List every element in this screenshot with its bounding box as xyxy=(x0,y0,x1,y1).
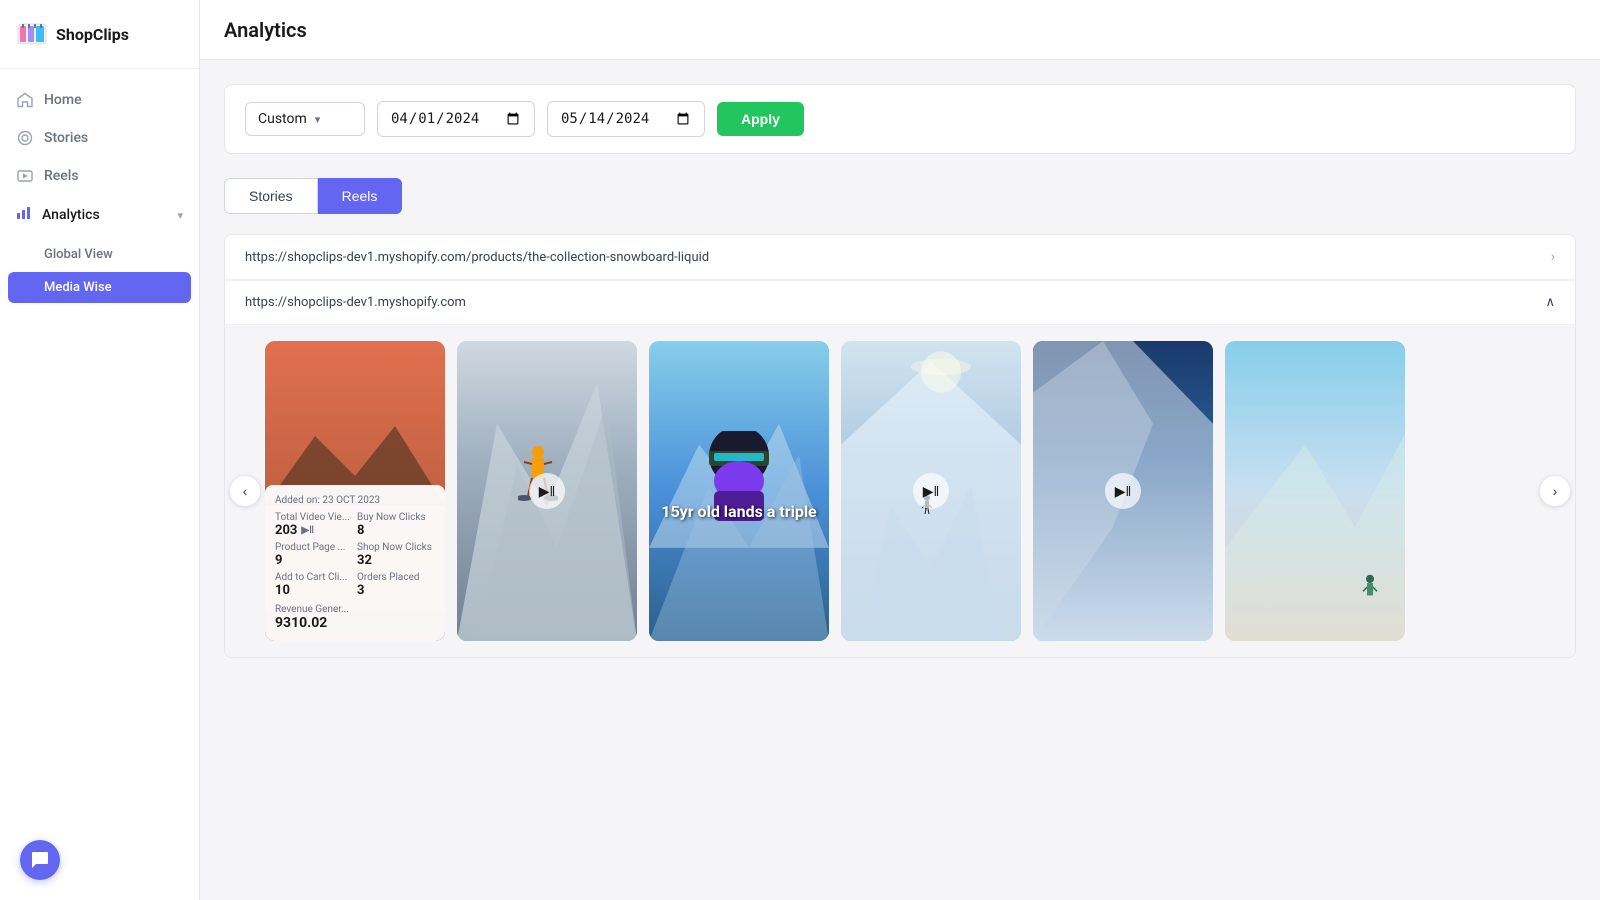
sidebar-item-stories-label: Stories xyxy=(44,130,88,146)
url-2-text: https://shopclips-dev1.myshopify.com xyxy=(245,295,466,310)
card-2-play-btn[interactable]: ▶‖ xyxy=(529,473,565,509)
sidebar-item-global-view[interactable]: Global View xyxy=(0,239,199,270)
date-from-input[interactable] xyxy=(377,101,535,137)
period-select[interactable]: Custom ▾ xyxy=(245,102,365,136)
url-1-text: https://shopclips-dev1.myshopify.com/pro… xyxy=(245,250,1551,265)
card-1-stats-grid: Total Video Vie... 203 ▶‖ Buy Now Clicks xyxy=(275,512,435,598)
stat-value-total-views: 203 xyxy=(275,523,297,538)
sidebar-item-home-label: Home xyxy=(44,92,82,108)
url-row-2[interactable]: https://shopclips-dev1.myshopify.com ∧ xyxy=(225,281,1575,325)
app-name: ShopClips xyxy=(56,25,129,44)
date-to-input[interactable] xyxy=(547,101,705,137)
sidebar-item-reels-label: Reels xyxy=(44,168,79,184)
url-2-chevron-icon: ∧ xyxy=(1545,295,1555,310)
card-5-play-btn[interactable]: ▶‖ xyxy=(1105,473,1141,509)
chat-bubble-button[interactable] xyxy=(20,840,60,880)
page-title: Analytics xyxy=(224,18,307,42)
period-select-label: Custom xyxy=(258,111,307,127)
logo-area: ShopClips xyxy=(0,0,199,69)
top-bar: Analytics xyxy=(200,0,1600,60)
stat-label-total-views: Total Video Vie... 203 ▶‖ xyxy=(275,512,353,538)
content-tabs: Stories Reels xyxy=(224,178,1576,214)
sidebar-item-reels[interactable]: Reels xyxy=(0,157,199,195)
sidebar: ShopClips Home Stories Reels xyxy=(0,0,200,900)
media-card-2[interactable]: ▶‖ xyxy=(457,341,637,641)
card-3-text: 15yr old lands a triple xyxy=(649,502,829,521)
sidebar-item-home[interactable]: Home xyxy=(0,81,199,119)
media-card-6[interactable] xyxy=(1225,341,1405,641)
media-card-3[interactable]: 15yr old lands a triple ▶ xyxy=(649,341,829,641)
stat-orders: Orders Placed 3 xyxy=(357,572,435,598)
analytics-icon xyxy=(16,205,32,225)
media-card-1[interactable]: Added on: 23 OCT 2023 Total Video Vie...… xyxy=(265,341,445,641)
card-1-date: Added on: 23 OCT 2023 xyxy=(275,495,435,506)
stories-icon xyxy=(16,129,34,147)
play-icon: ▶‖ xyxy=(301,525,314,536)
chat-icon xyxy=(30,850,50,870)
sidebar-item-stories[interactable]: Stories xyxy=(0,119,199,157)
sidebar-item-analytics[interactable]: Analytics ▾ xyxy=(0,195,199,235)
media-card-5[interactable]: ▶‖ xyxy=(1033,341,1213,641)
global-view-label: Global View xyxy=(44,247,113,262)
main-content: Analytics Custom ▾ Apply Stories Reels h… xyxy=(200,0,1600,900)
sidebar-item-analytics-label: Analytics xyxy=(42,207,167,223)
url-expanded-section: https://shopclips-dev1.myshopify.com ∧ ‹ xyxy=(225,280,1575,657)
filter-bar: Custom ▾ Apply xyxy=(224,84,1576,154)
media-wise-label: Media Wise xyxy=(44,280,112,295)
logo-icon xyxy=(16,18,48,50)
stat-add-to-cart: Add to Cart Cli... 10 xyxy=(275,572,353,598)
url-1-chevron-icon: › xyxy=(1551,249,1555,265)
carousel-prev-button[interactable]: ‹ xyxy=(229,475,261,507)
sidebar-nav: Home Stories Reels Analytics ▾ xyxy=(0,69,199,900)
tab-reels[interactable]: Reels xyxy=(318,178,403,214)
sidebar-item-media-wise[interactable]: Media Wise xyxy=(8,272,191,303)
card-1-overlay: Added on: 23 OCT 2023 Total Video Vie...… xyxy=(265,485,445,641)
url-section: https://shopclips-dev1.myshopify.com/pro… xyxy=(224,234,1576,658)
card-4-play-btn[interactable]: ▶‖ xyxy=(913,473,949,509)
stat-buy-now: Buy Now Clicks 8 xyxy=(357,512,435,538)
content-area: Custom ▾ Apply Stories Reels https://sho… xyxy=(200,60,1600,900)
media-card-4[interactable]: ▶‖ xyxy=(841,341,1021,641)
url-row-1[interactable]: https://shopclips-dev1.myshopify.com/pro… xyxy=(225,235,1575,280)
card-1-revenue: Revenue Gener... 9310.02 xyxy=(275,604,435,631)
period-chevron-icon: ▾ xyxy=(315,113,321,126)
reels-icon xyxy=(16,167,34,185)
carousel-track: Added on: 23 OCT 2023 Total Video Vie...… xyxy=(265,341,1535,641)
analytics-chevron-icon: ▾ xyxy=(177,209,183,222)
carousel-next-button[interactable]: › xyxy=(1539,475,1571,507)
media-carousel: ‹ xyxy=(225,325,1575,657)
analytics-sub-nav: Global View Media Wise xyxy=(0,235,199,309)
tab-stories[interactable]: Stories xyxy=(224,178,318,214)
stat-product-page: Product Page ... 9 xyxy=(275,542,353,568)
apply-button[interactable]: Apply xyxy=(717,102,804,136)
home-icon xyxy=(16,91,34,109)
stat-shop-now: Shop Now Clicks 32 xyxy=(357,542,435,568)
